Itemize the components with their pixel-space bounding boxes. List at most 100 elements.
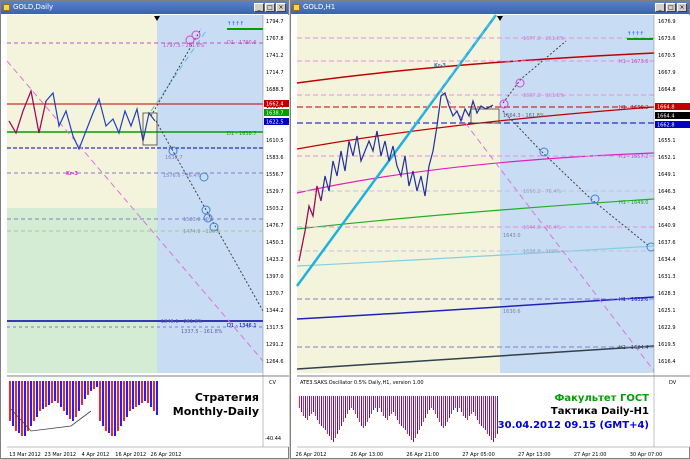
osc-bar (437, 396, 438, 418)
osc-bar (129, 381, 131, 411)
osc-bar (335, 396, 336, 438)
kr-label: Kr-3 (66, 171, 78, 177)
price-tick-label: 1688.3 (266, 87, 284, 93)
date-tick-label: 13 Mar 2012 (9, 452, 41, 458)
osc-bar (15, 381, 17, 431)
osc-bar (117, 381, 119, 431)
osc-bar (27, 381, 29, 431)
fib-l2-label: 1523.0 - 0% (183, 217, 214, 223)
osc-bar (409, 396, 410, 436)
osc-bar (329, 396, 330, 436)
osc-bar (425, 396, 426, 418)
cream-zone (297, 15, 500, 373)
osc-bar (373, 396, 374, 410)
osc-bar (12, 381, 14, 426)
fib-mid-label: 1638.7 (165, 155, 183, 161)
osc-bar (433, 396, 434, 410)
osc-bar (411, 396, 412, 440)
osc-bar (99, 381, 101, 421)
osc-bar (397, 396, 398, 420)
osc-bar (377, 396, 378, 412)
osc-bar (36, 381, 38, 417)
osc-bar (126, 381, 128, 417)
osc-bar (391, 396, 392, 414)
osc-bar (453, 396, 454, 410)
osc-bar (421, 396, 422, 426)
price-badges: 1664.8 1664.4 1662.8 (655, 103, 690, 129)
osc-bar (445, 396, 446, 426)
osc-bar (395, 396, 396, 416)
d1-top-label: D1 - 1790.6 (227, 40, 257, 46)
osc-bar (45, 381, 47, 407)
fib-label: 1664.3 - 161.8% (503, 113, 545, 119)
osc-bar (325, 396, 326, 430)
price-tick-label: 1616.4 (658, 359, 676, 365)
price-tick-label: 1622.9 (658, 325, 676, 331)
osc-bar (51, 381, 53, 403)
fib-label: 1643.0 (503, 233, 521, 239)
left-chart-canvas: ↑↑↑↑ Kr-3 D1 - 1790.6 1797.5 - 261.8% D1… (6, 15, 289, 458)
osc-bar (18, 381, 20, 433)
osc-bar (307, 396, 308, 420)
osc-bar (313, 396, 314, 412)
right-chart-window[interactable]: GOLD,H1 _ □ × ↑↑↑↑ Kr-3 H1 - 1673.6 H1 -… (290, 0, 690, 459)
fib-l3-label: 1474.9 - 100% (183, 229, 220, 235)
price-tick-label: 1640.9 (658, 223, 676, 229)
osc-bar (81, 381, 83, 405)
osc-bar (439, 396, 440, 422)
osc-bar (48, 381, 50, 405)
osc-bar (359, 396, 360, 422)
fib-l1-label: 1576.6 - 76.4% (163, 173, 202, 179)
osc-bar (299, 396, 300, 408)
price-axis[interactable] (263, 15, 289, 447)
osc-bar (347, 396, 348, 414)
price-tick-label: 1673.6 (658, 36, 676, 42)
price-tick-label: 1610.5 (266, 138, 284, 144)
osc-axis-top: DV (669, 380, 677, 386)
up-arrows-icon: ↑↑↑↑ (627, 31, 644, 37)
osc-bar (102, 381, 104, 426)
price-tick-label: 1619.5 (658, 342, 676, 348)
tactic-label: Тактика Daily-H1 (551, 406, 649, 417)
osc-bar (343, 396, 344, 422)
osc-bar (339, 396, 340, 430)
price-badge-text: 1664.8 (657, 105, 675, 111)
osc-bar (479, 396, 480, 424)
left-chart-window[interactable]: GOLD,Daily _ □ × ↑↑↑↑ Kr-3 D1 - 1790.6 1… (0, 0, 289, 459)
osc-bar (84, 381, 86, 399)
osc-bar (361, 396, 362, 426)
osc-bar (24, 381, 26, 436)
price-tick-label: 1450.3 (266, 240, 284, 246)
osc-bar (114, 381, 116, 436)
price-tick-label: 1556.7 (266, 172, 284, 178)
date-tick-label: 16 Apr 2012 (115, 452, 146, 458)
fib-top-label: 1797.5 - 261.8% (163, 43, 205, 49)
osc-bar (351, 396, 352, 408)
osc-bar (441, 396, 442, 426)
date-tick-label: 27 Apr 05:00 (462, 452, 495, 458)
oscillator-bars (9, 381, 158, 436)
fib-label: 1630.6 (503, 309, 521, 315)
osc-bar (315, 396, 316, 416)
osc-bar (463, 396, 464, 416)
osc-bar (383, 396, 384, 416)
osc-bar (465, 396, 466, 418)
osc-bar (54, 381, 56, 401)
date-axis: 26 Apr 2012 26 Apr 13:00 26 Apr 21:00 27 Ap… (296, 452, 663, 458)
osc-bar (301, 396, 302, 412)
osc-bar (357, 396, 358, 418)
osc-bar (355, 396, 356, 414)
osc-bar (144, 381, 146, 401)
osc-bar (305, 396, 306, 418)
osc-bar (66, 381, 68, 415)
osc-bar (108, 381, 110, 433)
price-tick-label: 1667.9 (658, 70, 676, 76)
fib-label: 1667.2 - 161.8% (523, 93, 565, 99)
osc-bar (111, 381, 113, 436)
osc-bar (60, 381, 62, 407)
fib-label: 1644.0 - 76.4% (523, 225, 562, 231)
osc-bar (42, 381, 44, 409)
osc-bar (39, 381, 41, 411)
osc-bar (443, 396, 444, 428)
price-tick-label: 1794.7 (266, 19, 284, 25)
